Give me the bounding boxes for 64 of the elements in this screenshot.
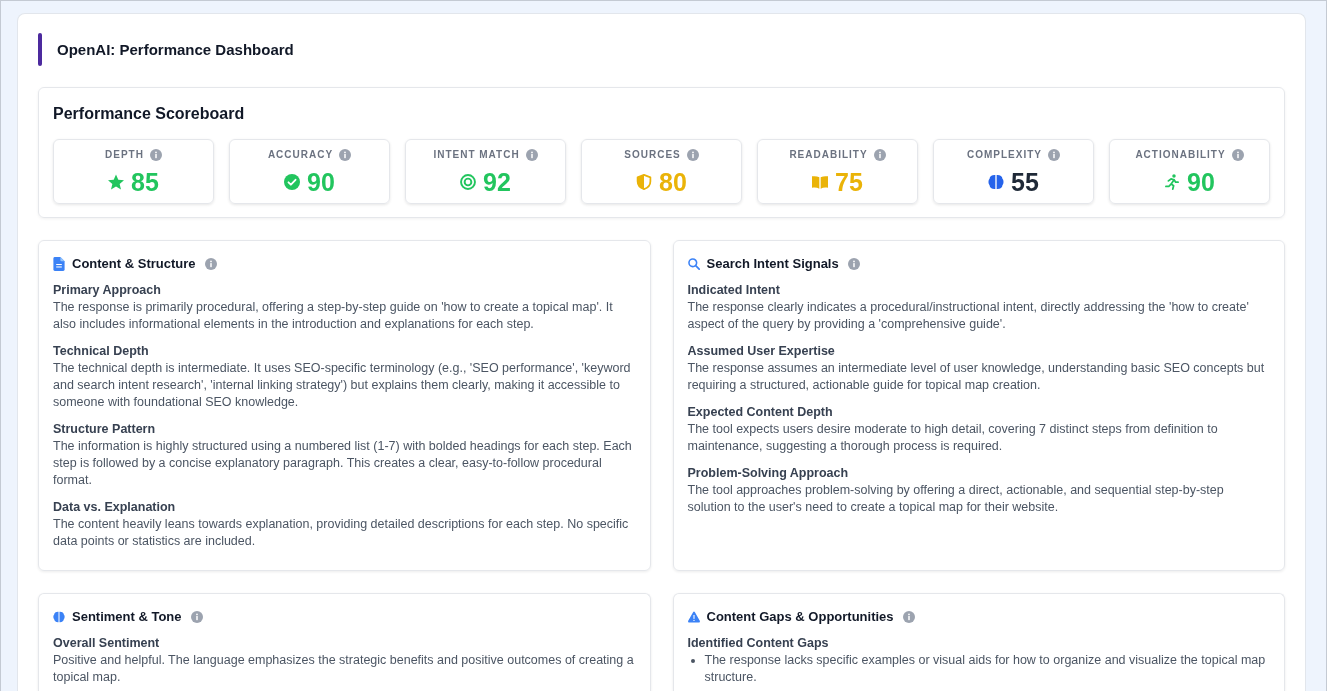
info-icon[interactable]: [204, 257, 217, 270]
document-icon: [53, 256, 65, 271]
section-heading: Expected Content Depth: [687, 404, 834, 421]
section-heading: Primary Approach: [53, 282, 162, 299]
section-heading: Problem-Solving Approach: [687, 465, 850, 482]
section-heading: Assumed User Expertise: [687, 343, 836, 360]
section-heading: Identified Content Gaps: [687, 635, 830, 652]
metric-value: 92: [483, 167, 511, 197]
section-text: The content heavily leans towards explanation, providing detailed descriptions for each step. No specific data points or statistics are included.: [53, 516, 630, 550]
check-circle-icon: [284, 174, 301, 190]
bullet-icon: [690, 659, 695, 663]
metric-value: 90: [1187, 167, 1215, 197]
metric-value: 55: [1011, 167, 1039, 197]
metric-label: DEPTH: [105, 149, 144, 161]
panel-title: Content Gaps & Opportunities: [706, 608, 894, 625]
search-icon: [687, 256, 700, 271]
section-heading: Data vs. Explanation: [53, 499, 177, 516]
metric-value: 85: [131, 167, 159, 197]
info-icon[interactable]: [339, 149, 352, 161]
info-icon[interactable]: [1231, 149, 1244, 161]
warning-icon: [687, 609, 700, 624]
panel-title: Sentiment & Tone: [72, 608, 182, 625]
section-heading: Structure Pattern: [53, 421, 157, 438]
metric-value: 90: [307, 167, 335, 197]
section-text: The tool approaches problem-solving by offering a direct, actionable, and sequential step-by-step solution to the user's need to create a topical map for their website.: [687, 482, 1225, 516]
metric-label: ACTIONABILITY: [1135, 149, 1226, 161]
section-text: The information is highly structured using a numbered list (1-7) with bolded headings for each step. Each step is followed by a concise explanatory paragraph. This creates a clear, easy-to-follow procedural format.: [53, 438, 633, 489]
info-icon[interactable]: [902, 610, 915, 623]
metric-label: ACCURACY: [267, 149, 334, 161]
metric-label: SOURCES: [624, 149, 681, 161]
open-book-icon: [812, 174, 829, 190]
accent-bar: [38, 33, 42, 66]
metric-label: COMPLEXITY: [967, 149, 1042, 161]
shield-icon: [636, 174, 653, 190]
brain-icon: [988, 174, 1005, 190]
info-icon[interactable]: [1048, 149, 1060, 161]
section-heading: Indicated Intent: [687, 282, 781, 299]
section-text: The technical depth is intermediate. It uses SEO-specific terminology (e.g., 'SEO performance', 'keyword and search intent research', 'internal linking strategy') but explains them clearly, making it accessible to someone with foundational SEO knowledge.: [53, 360, 632, 411]
info-icon[interactable]: [847, 257, 860, 270]
info-icon[interactable]: [873, 149, 886, 161]
metric-value: 80: [659, 167, 687, 197]
list-item: The response lacks specific examples or visual aids for how to organize and visualize the topical map structure.: [704, 652, 1267, 686]
target-icon: [460, 174, 477, 190]
running-person-icon: [1164, 174, 1181, 190]
section-title: Performance Scoreboard: [53, 104, 246, 124]
section-text: The response assumes an intermediate level of user knowledge, understanding basic SEO concepts but requiring a structured, actionable guide for topical map creation.: [687, 360, 1266, 394]
panel-title: Content & Structure: [72, 255, 196, 272]
page-title: OpenAI: Performance Dashboard: [57, 39, 294, 60]
section-heading: Overall Sentiment: [53, 635, 161, 652]
section-text: Positive and helpful. The language emphasizes the strategic benefits and positive outcomes of creating a topical map.: [53, 652, 635, 686]
info-icon[interactable]: [525, 149, 538, 161]
section-heading: Technical Depth: [53, 343, 150, 360]
section-text: The tool expects users desire moderate to high detail, covering 7 distinct steps from definition to maintenance, suggesting a thorough process is required.: [687, 421, 1219, 455]
info-icon[interactable]: [190, 610, 203, 623]
info-icon[interactable]: [686, 149, 699, 161]
panel-title: Search Intent Signals: [706, 255, 839, 272]
star-icon: [108, 174, 125, 190]
metric-label: INTENT MATCH: [433, 149, 520, 161]
info-icon[interactable]: [149, 149, 162, 161]
metric-value: 75: [835, 167, 863, 197]
brain-icon: [53, 609, 65, 624]
section-text: The response is primarily procedural, offering a step-by-step guide on 'how to create a topical map'. It also includes informational elements in the introduction and explanations for each step.: [53, 299, 614, 333]
section-text: The response clearly indicates a procedural/instructional intent, directly addressing the 'how to create' aspect of the query by providing a 'comprehensive guide'.: [687, 299, 1250, 333]
metric-label: READABILITY: [789, 149, 868, 161]
